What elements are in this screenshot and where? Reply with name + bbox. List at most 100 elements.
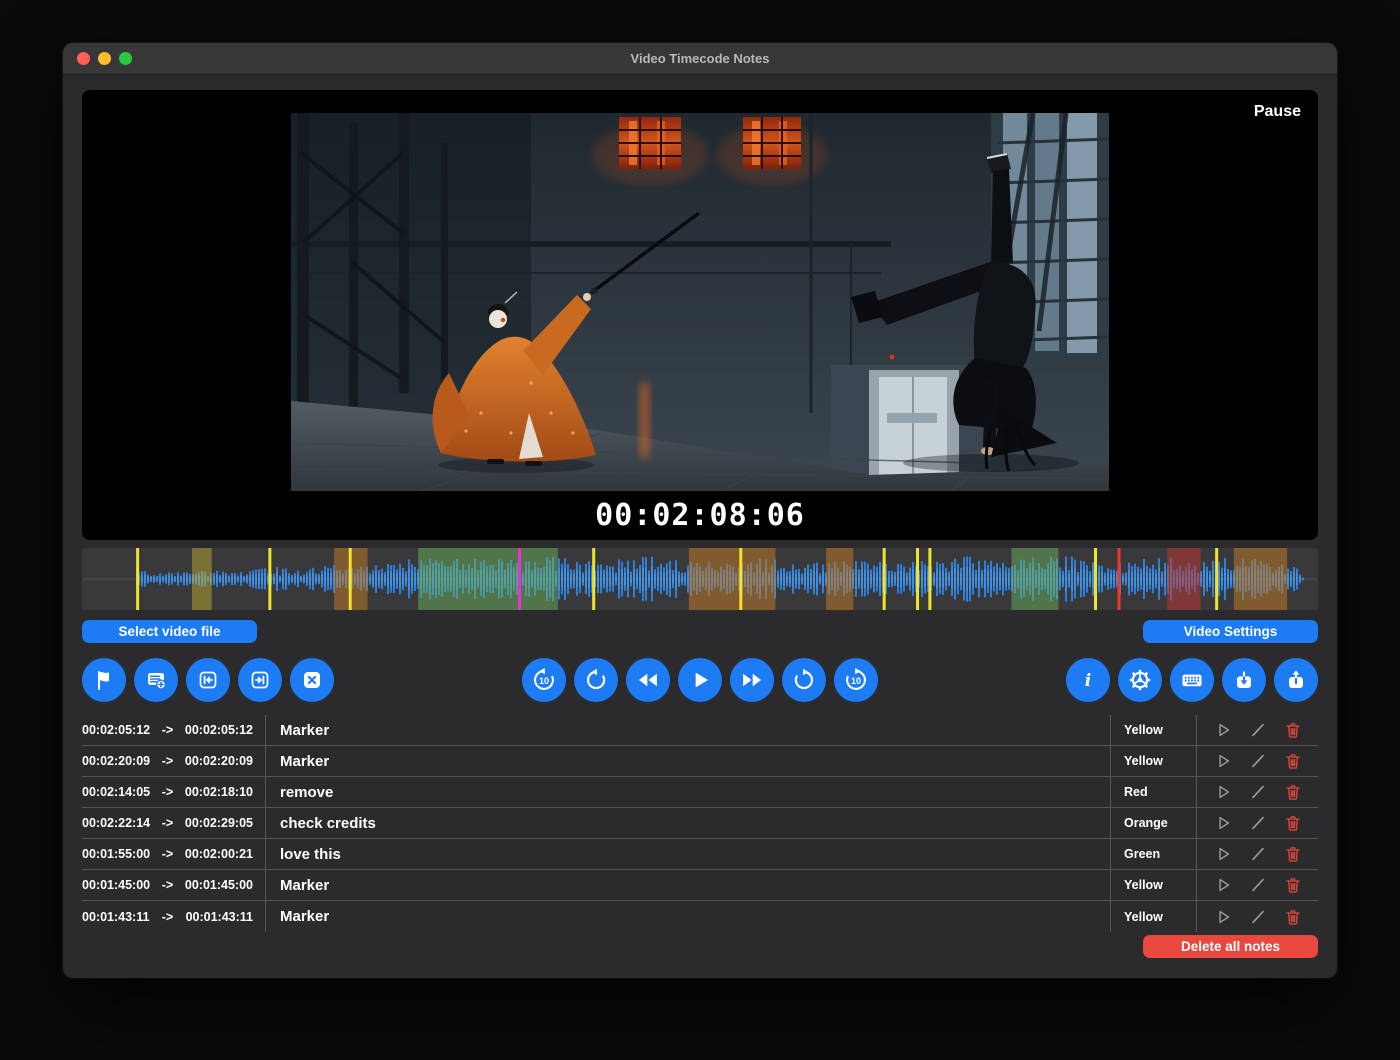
edit-note-icon [1248, 875, 1268, 895]
window-title: Video Timecode Notes [63, 51, 1337, 66]
rewind-button[interactable] [626, 658, 670, 702]
delete-note-button[interactable] [1281, 718, 1305, 742]
end-timecode: 00:02:00:21 [185, 847, 253, 861]
timecode-cell: 00:02:20:09 -> 00:02:20:09 [82, 746, 265, 776]
info-button[interactable]: i [1066, 658, 1110, 702]
note-color: Green [1110, 839, 1196, 869]
note-actions [1196, 870, 1318, 900]
forward-10-seconds-button[interactable]: 10 [834, 658, 878, 702]
note-row: 00:01:55:00 -> 00:02:00:21 love this Gre… [82, 839, 1318, 870]
edit-note-button[interactable] [1246, 749, 1270, 773]
note-text: love this [265, 839, 1110, 869]
edit-note-button[interactable] [1246, 780, 1270, 804]
edit-note-button[interactable] [1246, 873, 1270, 897]
delete-note-button[interactable] [1281, 842, 1305, 866]
note-actions [1196, 808, 1318, 838]
jump-to-start-button[interactable] [186, 658, 230, 702]
step-back-button[interactable] [574, 658, 618, 702]
video-settings-button[interactable]: Video Settings [1143, 620, 1318, 643]
end-timecode: 00:01:45:00 [185, 878, 253, 892]
start-timecode: 00:02:14:05 [82, 785, 150, 799]
delete-note-icon [1283, 813, 1303, 833]
play-note-button[interactable] [1211, 811, 1235, 835]
timecode-cell: 00:02:14:05 -> 00:02:18:10 [82, 777, 265, 807]
delete-note-button[interactable] [1281, 780, 1305, 804]
keyboard-shortcuts-icon [1179, 667, 1205, 693]
end-timecode: 00:02:29:05 [185, 816, 253, 830]
add-note-button[interactable] [134, 658, 178, 702]
timeline-marker [268, 548, 271, 610]
note-actions [1196, 746, 1318, 776]
export-button[interactable] [1274, 658, 1318, 702]
jump-to-end-button[interactable] [238, 658, 282, 702]
play-note-button[interactable] [1211, 905, 1235, 929]
start-timecode: 00:01:45:00 [82, 878, 150, 892]
timecode-cell: 00:01:43:11 -> 00:01:43:11 [82, 901, 265, 932]
flag-icon [92, 668, 116, 692]
edit-note-icon [1248, 782, 1268, 802]
step-forward-button[interactable] [782, 658, 826, 702]
orange-region [826, 548, 853, 610]
delete-note-icon [1283, 782, 1303, 802]
fast-forward-button[interactable] [730, 658, 774, 702]
add-marker-button[interactable] [82, 658, 126, 702]
note-actions [1196, 715, 1318, 745]
yellow-region [192, 548, 212, 610]
edit-note-button[interactable] [1246, 842, 1270, 866]
end-timecode: 00:02:05:12 [185, 723, 253, 737]
step-back-icon [583, 667, 609, 693]
timeline-marker [928, 548, 931, 610]
keyboard-shortcuts-button[interactable] [1170, 658, 1214, 702]
rewind-icon [635, 667, 661, 693]
timeline-marker [883, 548, 886, 610]
edit-note-button[interactable] [1246, 905, 1270, 929]
delete-all-notes-button[interactable]: Delete all notes [1143, 935, 1318, 958]
note-text: Marker [265, 746, 1110, 776]
settings-gear-button[interactable] [1118, 658, 1162, 702]
clear-selection-button[interactable] [290, 658, 334, 702]
note-color: Orange [1110, 808, 1196, 838]
delete-note-button[interactable] [1281, 749, 1305, 773]
svg-text:i: i [1085, 671, 1091, 691]
timecode-cell: 00:01:55:00 -> 00:02:00:21 [82, 839, 265, 869]
timeline-marker [916, 548, 919, 610]
play-note-button[interactable] [1211, 718, 1235, 742]
play-note-button[interactable] [1211, 842, 1235, 866]
edit-note-button[interactable] [1246, 811, 1270, 835]
play-note-icon [1213, 813, 1233, 833]
edit-note-icon [1248, 720, 1268, 740]
note-text: check credits [265, 808, 1110, 838]
select-video-file-button[interactable]: Select video file [82, 620, 257, 643]
note-actions [1196, 901, 1318, 932]
note-row: 00:02:20:09 -> 00:02:20:09 Marker Yellow [82, 746, 1318, 777]
timecode-arrow: -> [162, 816, 173, 830]
waveform-timeline[interactable] [82, 548, 1318, 610]
note-row: 00:01:45:00 -> 00:01:45:00 Marker Yellow [82, 870, 1318, 901]
play-note-button[interactable] [1211, 780, 1235, 804]
fast-forward-icon [739, 667, 765, 693]
note-row: 00:02:05:12 -> 00:02:05:12 Marker Yellow [82, 715, 1318, 746]
pause-label: Pause [1254, 103, 1301, 121]
timeline-marker [1094, 548, 1097, 610]
timecode-arrow: -> [162, 910, 173, 924]
note-text: Marker [265, 715, 1110, 745]
edit-note-button[interactable] [1246, 718, 1270, 742]
play-pause-button[interactable] [678, 658, 722, 702]
timecode-arrow: -> [162, 754, 173, 768]
play-note-icon [1213, 782, 1233, 802]
timeline-marker [739, 548, 742, 610]
timecode-arrow: -> [162, 723, 173, 737]
play-note-button[interactable] [1211, 749, 1235, 773]
back-10-seconds-button[interactable]: 10 [522, 658, 566, 702]
timeline-marker [1215, 548, 1218, 610]
play-icon [687, 667, 713, 693]
delete-note-button[interactable] [1281, 811, 1305, 835]
play-note-button[interactable] [1211, 873, 1235, 897]
video-player: Pause 00:02:08:06 [82, 90, 1318, 540]
delete-note-button[interactable] [1281, 873, 1305, 897]
timecode-cell: 00:02:22:14 -> 00:02:29:05 [82, 808, 265, 838]
import-button[interactable] [1222, 658, 1266, 702]
timecode-arrow: -> [162, 785, 173, 799]
video-frame[interactable] [291, 113, 1109, 491]
delete-note-button[interactable] [1281, 905, 1305, 929]
